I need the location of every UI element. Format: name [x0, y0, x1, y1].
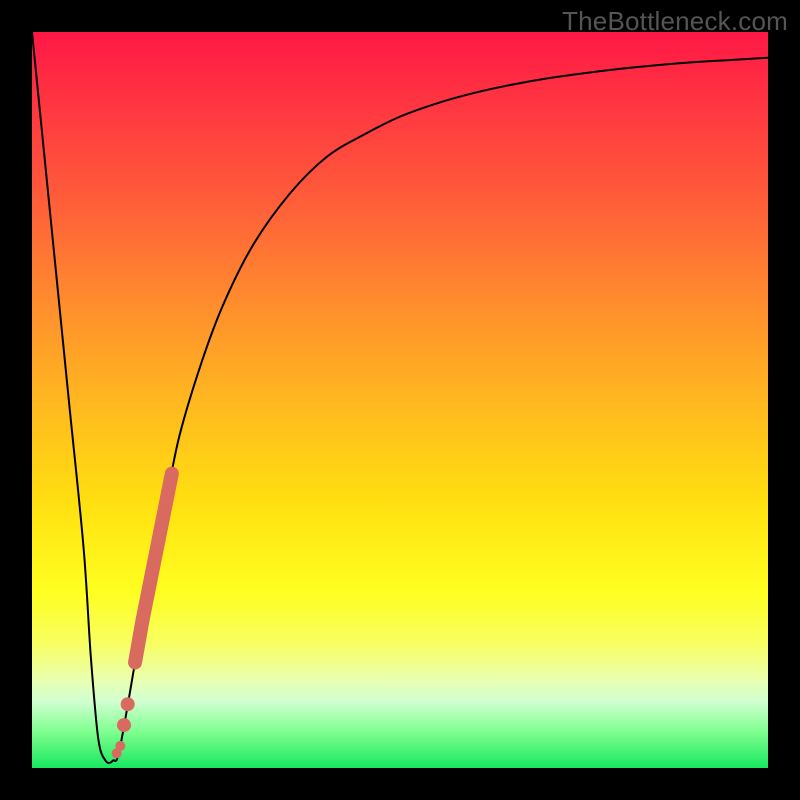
curve-overlay [32, 32, 768, 768]
marker-thick-segment [135, 474, 172, 663]
plot-area [32, 32, 768, 768]
chart-frame: TheBottleneck.com [0, 0, 800, 800]
marker-dot [117, 718, 131, 732]
marker-dot [121, 697, 135, 711]
marker-group [112, 474, 172, 759]
watermark-text: TheBottleneck.com [562, 6, 788, 37]
marker-dot [112, 748, 122, 758]
